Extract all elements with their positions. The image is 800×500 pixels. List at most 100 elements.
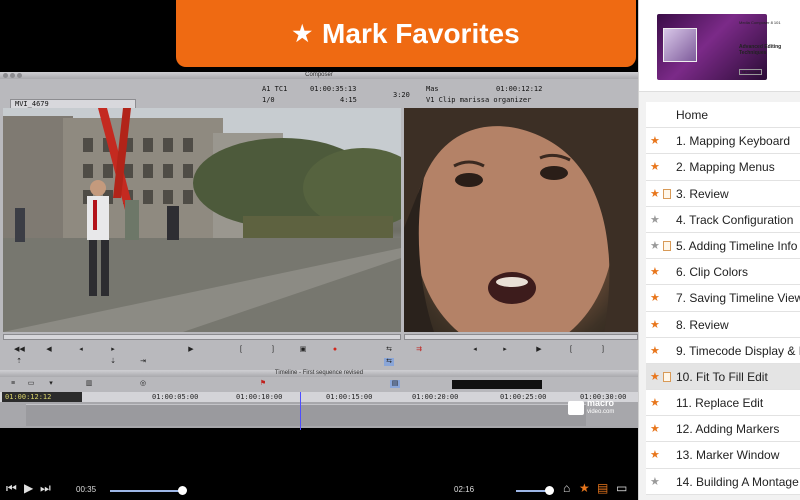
splice-button[interactable]: ⇆ [384,346,394,354]
lesson-label: 5. Adding Timeline Info [676,238,798,253]
lesson-label: 11. Replace Edit [676,396,764,411]
timeline-slip-icon[interactable]: ◎ [138,380,148,388]
timeline-dropdown-icon[interactable]: ▾ [46,380,56,388]
timeline-menu-icon[interactable]: ≡ [8,380,18,388]
lesson-item[interactable]: ★ 2. Mapping Menus [646,154,800,181]
previous-icon[interactable]: ⏮ [6,481,17,495]
record-mark-in-button[interactable]: [ [566,346,576,354]
street-scene-image [3,108,401,332]
favorite-star-icon[interactable]: ★ [650,213,660,226]
favorite-star-icon[interactable]: ★ [650,344,660,357]
elapsed-time: 00:35 [76,485,97,494]
favorite-star-icon[interactable]: ★ [650,475,660,488]
ruler-tick-label: 01:00:15:00 [326,393,373,401]
lesson-item[interactable]: ★ 5. Adding Timeline Info [646,232,800,260]
timeline-link-icon[interactable]: ▤ [390,380,400,388]
mark-in-button[interactable]: ◀◀ [14,346,25,354]
lift-button[interactable]: ⇡ [14,358,24,366]
timeline-window: Timeline - First sequence revised ≡ ▭ ▾ … [0,370,638,428]
window-mode-icon[interactable]: ▭ [616,481,627,495]
note-icon [663,240,671,251]
step-back-button[interactable]: ◀ [44,346,54,354]
timeline-view-icon[interactable]: ▭ [26,380,36,388]
sync-button[interactable]: ⇆ [384,358,394,366]
video-player[interactable]: Composer A1 TC1 01:00:35:13 1/0 4:15 3:2… [0,0,638,478]
lesson-item[interactable]: ★ 11. Replace Edit [646,390,800,417]
ruler-tick-label: 01:00:25:00 [500,393,547,401]
overwrite-button[interactable]: ⇉ [414,346,424,354]
lesson-item[interactable]: ★ 10. Fit To Fill Edit [646,363,800,391]
record-position-bar[interactable] [404,334,638,340]
notes-icon[interactable]: ▤ [597,481,608,495]
favorite-star-icon[interactable]: ★ [650,160,660,173]
timeline-track-lane[interactable] [26,404,586,426]
favorite-star-icon[interactable]: ★ [650,370,660,383]
timeline-track-area[interactable] [0,402,638,428]
lesson-item[interactable]: ★ 3. Review [646,180,800,207]
mark-in-bracket-button[interactable]: [ [236,346,246,354]
play-icon[interactable]: ▶ [24,481,33,495]
jump-button[interactable]: ⇥ [138,358,148,366]
mark-out-bracket-button[interactable]: ] [268,346,278,354]
timeline-playhead[interactable] [300,392,301,430]
progress-knob[interactable] [178,486,187,495]
woman-closeup-image [404,108,638,332]
composer-window: Composer A1 TC1 01:00:35:13 1/0 4:15 3:2… [0,72,638,370]
clear-marks-button[interactable]: ▣ [298,346,308,354]
next-icon[interactable]: ⏭ [40,481,51,495]
favorite-star-icon[interactable]: ★ [650,134,660,147]
course-info: Media Composer 8 101 Advanced Editing Te… [731,14,797,80]
play-button[interactable]: ▶ [186,346,196,354]
record-monitor[interactable] [404,108,638,332]
lesson-label: 14. Building A Montage [676,474,799,489]
record-play-button[interactable]: ▶ [534,346,544,354]
lesson-item[interactable]: ★ 1. Mapping Keyboard [646,128,800,155]
lesson-label: 8. Review [676,317,729,332]
step-forward-one-button[interactable]: ▸ [108,346,118,354]
center-duration: 3:20 [393,91,410,99]
composer-title: Composer [305,72,333,78]
home-icon[interactable]: ⌂ [563,481,570,495]
favorite-star-icon[interactable]: ★ [650,265,660,278]
ruler-tick-label: 01:00:10:00 [236,393,283,401]
lesson-item[interactable]: ★ 12. Adding Markers [646,416,800,443]
record-track: V1 Clip marissa organizer [426,96,532,104]
record-step-back-button[interactable]: ◂ [470,346,480,354]
favorite-star-icon[interactable]: ★ [650,448,660,461]
favorite-star-icon[interactable]: ★ [650,396,660,409]
lesson-item[interactable]: ★ 4. Track Configuration [646,206,800,233]
record-mark-out-button[interactable]: ] [598,346,608,354]
source-duration: 4:15 [340,96,357,104]
extract-button[interactable]: ⇣ [108,358,118,366]
lesson-item[interactable]: ★ 8. Review [646,311,800,338]
progress-bar[interactable] [110,490,183,492]
lesson-item[interactable]: ★ 14. Building A Montage [646,468,800,495]
step-back-one-button[interactable]: ◂ [76,346,86,354]
lesson-item[interactable]: ★ 13. Marker Window [646,442,800,469]
record-marker-button[interactable]: ● [330,346,340,354]
timeline-segment-icon[interactable]: ▥ [84,380,94,388]
lesson-label: 7. Saving Timeline Views [676,291,800,306]
favorite-star-icon[interactable]: ★ [650,422,660,435]
lesson-list: Home ★ 1. Mapping Keyboard ★ 2. Mapping Menu… [646,102,800,495]
timeline-ruler[interactable]: 01:00:12:12 01:00:05:00 01:00:10:00 01:0… [0,392,638,402]
lesson-item[interactable]: ★ 9. Timecode Display & N [646,337,800,364]
favorite-star-icon[interactable]: ★ [579,481,590,495]
record-label: Mas [426,85,439,93]
lesson-label: 12. Adding Markers [676,422,780,437]
source-position-bar[interactable] [3,334,401,340]
lesson-home[interactable]: Home [646,102,800,129]
course-card[interactable]: Media Composer 8 101 Advanced Editing Te… [639,0,800,92]
favorite-star-icon[interactable]: ★ [650,318,660,331]
lesson-item[interactable]: ★ 6. Clip Colors [646,259,800,286]
lesson-label: 1. Mapping Keyboard [676,134,791,149]
source-monitor[interactable] [3,108,401,332]
timeline-trim-icon[interactable]: ⚑ [258,380,268,388]
favorite-star-icon[interactable]: ★ [650,187,660,200]
ruler-tick-label: 01:00:20:00 [412,393,459,401]
favorite-star-icon[interactable]: ★ [650,291,660,304]
favorite-star-icon[interactable]: ★ [650,239,660,252]
lesson-item[interactable]: ★ 7. Saving Timeline Views [646,285,800,312]
volume-knob[interactable] [545,486,554,495]
record-step-forward-button[interactable]: ▸ [500,346,510,354]
